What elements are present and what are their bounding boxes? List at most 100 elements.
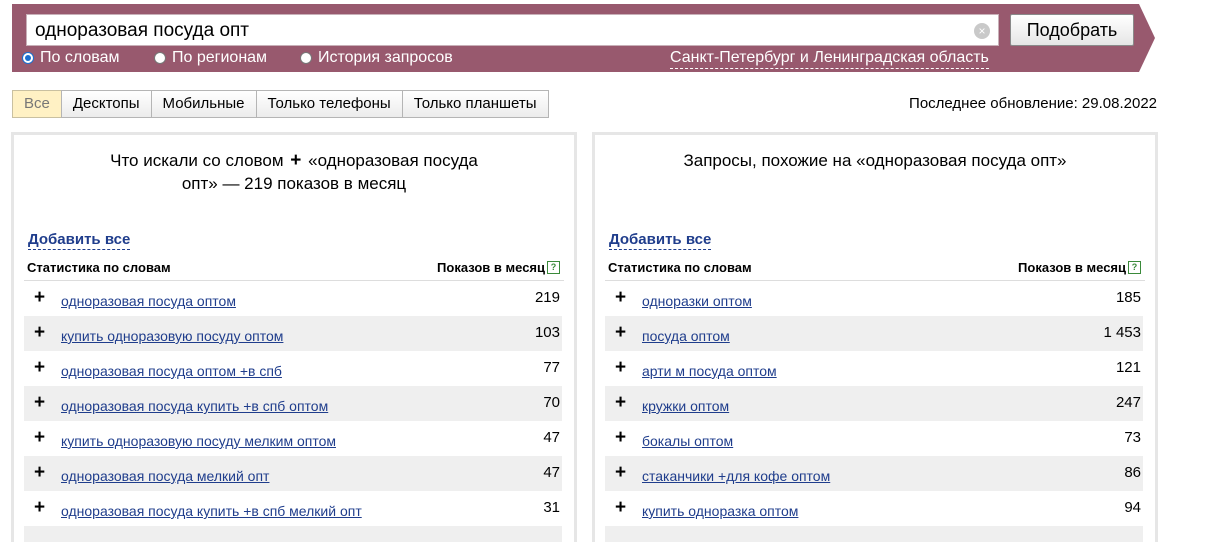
plus-icon: +	[288, 150, 303, 171]
phrase-link[interactable]: купить одноразовую посуду мелким оптом	[61, 433, 336, 449]
left-rows: + одноразовая посуда оптом 219 + купить …	[24, 281, 562, 542]
table-row: + бокалы оптом 73	[605, 421, 1143, 456]
mode-history-label: История запросов	[318, 49, 453, 67]
plus-icon[interactable]: +	[615, 428, 626, 447]
plus-icon[interactable]: +	[34, 358, 45, 377]
last-update: Последнее обновление: 29.08.2022	[909, 95, 1157, 112]
table-row: + кружки оптом 247	[605, 386, 1143, 421]
mode-by-words[interactable]: По словам	[22, 48, 119, 68]
device-tabs: Все Десктопы Мобильные Только телефоны Т…	[12, 90, 549, 118]
phrase-link[interactable]: посуда оптом	[642, 328, 730, 344]
tab-phones-only[interactable]: Только телефоны	[256, 90, 403, 118]
radio-icon[interactable]	[300, 52, 312, 64]
phrase-link[interactable]: стаканчики +для кофе оптом	[642, 468, 830, 484]
plus-icon[interactable]: +	[34, 393, 45, 412]
plus-icon[interactable]: +	[34, 323, 45, 342]
radio-icon[interactable]	[22, 52, 34, 64]
table-row: + купить одноразка оптом 94	[605, 491, 1143, 526]
plus-icon[interactable]: +	[34, 463, 45, 482]
table-row: + одноразовая посуда купить +в спб оптом…	[24, 386, 562, 421]
plus-icon[interactable]: +	[615, 463, 626, 482]
shows-count: 47	[543, 464, 560, 481]
shows-count: 31	[543, 499, 560, 516]
table-row: + стаканчики +для кофе оптом 86	[605, 456, 1143, 491]
left-title-pre: Что искали со словом	[110, 151, 283, 170]
plus-icon[interactable]: +	[615, 323, 626, 342]
plus-icon[interactable]: +	[34, 428, 45, 447]
right-panel-title: Запросы, похожие на «одноразовая посуда …	[595, 149, 1155, 172]
table-row	[24, 526, 562, 542]
column-header-shows: Показов в месяц ?	[437, 260, 560, 275]
right-rows: + одноразки оптом 185 + посуда оптом 1 4…	[605, 281, 1143, 542]
column-header-shows-label: Показов в месяц	[437, 260, 545, 275]
table-row: + арти м посуда оптом 121	[605, 351, 1143, 386]
phrase-link[interactable]: купить одноразовую посуду оптом	[61, 328, 283, 344]
shows-count: 103	[535, 324, 560, 341]
shows-count: 1 453	[1103, 324, 1141, 341]
table-row: + одноразовая посуда мелкий опт 47	[24, 456, 562, 491]
table-row: + купить одноразовую посуду мелким оптом…	[24, 421, 562, 456]
mode-by-regions-label: По регионам	[172, 49, 267, 67]
shows-count: 86	[1124, 464, 1141, 481]
shows-count: 121	[1116, 359, 1141, 376]
table-row: + одноразовая посуда оптом +в спб 77	[24, 351, 562, 386]
submit-button[interactable]: Подобрать	[1010, 14, 1134, 46]
phrase-link[interactable]: арти м посуда оптом	[642, 363, 777, 379]
add-all-link[interactable]: Добавить все	[609, 231, 711, 250]
table-row: + посуда оптом 1 453	[605, 316, 1143, 351]
shows-count: 70	[543, 394, 560, 411]
column-header-words: Статистика по словам	[608, 260, 752, 275]
table-row: + одноразовая посуда купить +в спб мелки…	[24, 491, 562, 526]
region-selector[interactable]: Санкт-Петербург и Ленинградская область	[670, 48, 989, 69]
phrase-link[interactable]: кружки оптом	[642, 398, 729, 414]
plus-icon[interactable]: +	[34, 498, 45, 517]
search-band: одноразовая посуда опт × Подобрать По сл…	[12, 4, 1139, 72]
tab-desktops[interactable]: Десктопы	[61, 90, 152, 118]
help-icon[interactable]: ?	[1128, 261, 1141, 274]
shows-count: 73	[1124, 429, 1141, 446]
search-input[interactable]: одноразовая посуда опт ×	[26, 14, 999, 46]
column-header-shows-label: Показов в месяц	[1018, 260, 1126, 275]
table-row	[605, 526, 1143, 542]
plus-icon[interactable]: +	[615, 498, 626, 517]
add-all-link[interactable]: Добавить все	[28, 231, 130, 250]
shows-count: 247	[1116, 394, 1141, 411]
plus-icon[interactable]: +	[615, 288, 626, 307]
shows-count: 185	[1116, 289, 1141, 306]
left-panel-title: Что искали со словом + «одноразовая посу…	[14, 149, 574, 195]
left-title-line1: «одноразовая посуда	[308, 151, 478, 170]
plus-icon[interactable]: +	[615, 358, 626, 377]
phrase-link[interactable]: одноразовая посуда купить +в спб оптом	[61, 398, 328, 414]
left-panel: Что искали со словом + «одноразовая посу…	[11, 132, 577, 542]
phrase-link[interactable]: одноразовая посуда оптом +в спб	[61, 363, 282, 379]
phrase-link[interactable]: одноразовая посуда купить +в спб мелкий …	[61, 503, 362, 519]
table-row: + одноразовая посуда оптом 219	[24, 281, 562, 316]
phrase-link[interactable]: одноразовая посуда мелкий опт	[61, 468, 269, 484]
phrase-link[interactable]: одноразки оптом	[642, 293, 752, 309]
table-row: + одноразки оптом 185	[605, 281, 1143, 316]
column-header-words: Статистика по словам	[27, 260, 171, 275]
phrase-link[interactable]: одноразовая посуда оптом	[61, 293, 236, 309]
column-header-shows: Показов в месяц ?	[1018, 260, 1141, 275]
phrase-link[interactable]: купить одноразка оптом	[642, 503, 798, 519]
mode-by-words-label: По словам	[40, 49, 119, 67]
right-panel: Запросы, похожие на «одноразовая посуда …	[592, 132, 1158, 542]
plus-icon[interactable]: +	[34, 288, 45, 307]
phrase-link[interactable]: бокалы оптом	[642, 433, 733, 449]
tab-all[interactable]: Все	[12, 90, 62, 118]
mode-history[interactable]: История запросов	[300, 48, 453, 68]
band-arrow	[1139, 4, 1155, 72]
shows-count: 219	[535, 289, 560, 306]
shows-count: 47	[543, 429, 560, 446]
search-query[interactable]: одноразовая посуда опт	[35, 20, 249, 42]
tab-mobile[interactable]: Мобильные	[151, 90, 257, 118]
table-row: + купить одноразовую посуду оптом 103	[24, 316, 562, 351]
help-icon[interactable]: ?	[547, 261, 560, 274]
shows-count: 94	[1124, 499, 1141, 516]
left-title-line2: опт» — 219 показов в месяц	[182, 174, 406, 193]
radio-icon[interactable]	[154, 52, 166, 64]
clear-icon[interactable]: ×	[974, 23, 990, 39]
plus-icon[interactable]: +	[615, 393, 626, 412]
mode-by-regions[interactable]: По регионам	[154, 48, 267, 68]
tab-tablets-only[interactable]: Только планшеты	[402, 90, 549, 118]
